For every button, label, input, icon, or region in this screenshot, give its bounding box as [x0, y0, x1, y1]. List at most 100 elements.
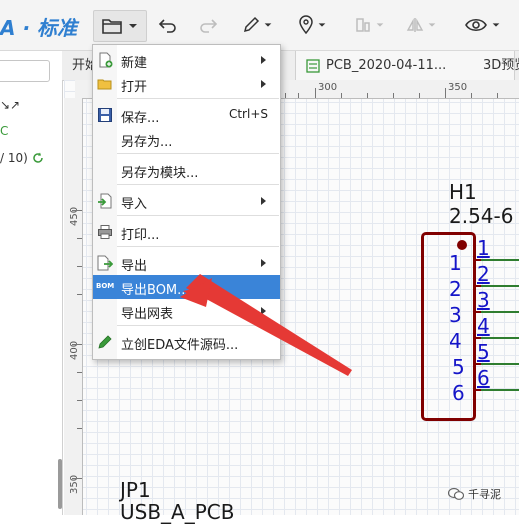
- import-icon: [98, 193, 112, 209]
- menu-item-label: 立创EDA文件源码...: [121, 338, 239, 353]
- left-panel: ↘↗ C / 10): [0, 51, 63, 515]
- watermark: 千寻泥: [448, 486, 501, 502]
- wire[interactable]: [476, 311, 519, 313]
- ruler-tick: [497, 93, 498, 98]
- chevron-down-icon: [492, 23, 499, 27]
- align-tool-button[interactable]: [350, 10, 388, 40]
- print-icon: [98, 225, 112, 239]
- menu-separator: [117, 153, 279, 154]
- left-panel-item[interactable]: C: [0, 124, 8, 138]
- menu-item-eda-source[interactable]: 立创EDA文件源码...: [93, 330, 280, 354]
- bom-icon: BOM: [96, 282, 115, 290]
- menu-item-label: 导出BOM...: [121, 283, 190, 298]
- menu-item-label: 导入: [121, 197, 148, 212]
- flip-tool-button[interactable]: [402, 10, 440, 40]
- pcb-icon: [306, 58, 320, 73]
- edition-label: A · 标准: [0, 16, 78, 40]
- tab-pcb[interactable]: PCB_2020-04-11...: [295, 51, 515, 80]
- pin-stub: [476, 259, 481, 261]
- menu-separator: [117, 184, 279, 185]
- watermark-text: 千寻泥: [468, 488, 501, 501]
- pin-stub: [476, 311, 481, 313]
- wire[interactable]: [476, 363, 519, 365]
- menu-separator: [117, 246, 279, 247]
- menu-item-import[interactable]: 导入: [93, 189, 280, 213]
- ruler-tick: [77, 238, 82, 239]
- menu-item-label: 导出网表: [121, 307, 174, 322]
- pin-name: 3: [477, 288, 490, 312]
- menu-item-save-as[interactable]: 另存为...: [93, 127, 280, 151]
- left-search-input[interactable]: [0, 60, 50, 82]
- wire[interactable]: [476, 337, 519, 339]
- redo-button[interactable]: [194, 10, 222, 40]
- menu-separator: [117, 98, 279, 99]
- menu-item-print[interactable]: 打印...: [93, 220, 280, 244]
- tab-3d-preview[interactable]: 3D预览: [483, 51, 519, 80]
- ruler-tick: [72, 344, 82, 345]
- eye-icon: [464, 18, 487, 32]
- component-value: USB_A_PCB: [120, 500, 235, 524]
- pin-name: 6: [477, 366, 490, 390]
- menu-item-new[interactable]: 新建: [93, 48, 280, 72]
- menu-item-open[interactable]: 打开: [93, 72, 280, 96]
- ruler-tick: [471, 93, 472, 98]
- pencil-icon: [98, 335, 112, 349]
- ruler-tick: [77, 400, 82, 401]
- menu-item-export-netlist[interactable]: 导出网表: [93, 299, 280, 323]
- undo-icon: [158, 19, 176, 33]
- ruler-tick: [72, 478, 82, 479]
- menu-item-label: 新建: [121, 56, 148, 71]
- refresh-icon[interactable]: [32, 152, 44, 164]
- chevron-down-icon: [318, 23, 325, 27]
- left-panel-count: / 10): [0, 151, 28, 165]
- export-icon: [97, 255, 113, 271]
- wire[interactable]: [476, 389, 519, 391]
- pin-stub: [476, 363, 481, 365]
- location-pin-icon: [298, 15, 313, 35]
- left-panel-item[interactable]: ↘↗: [0, 98, 20, 112]
- pin-number: 5: [452, 355, 465, 379]
- menu-item-label: 另存为...: [121, 135, 173, 150]
- ruler-tick: [77, 428, 82, 429]
- submenu-arrow-icon: [261, 259, 266, 267]
- menu-item-export-bom[interactable]: BOM 导出BOM...: [93, 275, 280, 299]
- ruler-label: 300: [318, 82, 338, 93]
- menu-item-export[interactable]: 导出: [93, 251, 280, 275]
- undo-button[interactable]: [154, 10, 182, 40]
- align-icon: [355, 18, 370, 32]
- folder-icon: [102, 19, 122, 34]
- file-dropdown-menu: 新建 打开 保存... Ctrl+S 另存为... 另存为模块... 导入 打印…: [92, 44, 281, 360]
- view-button[interactable]: [457, 10, 507, 40]
- place-tool-button[interactable]: [293, 10, 331, 40]
- menu-item-label: 导出: [121, 259, 148, 274]
- ruler-label: 350: [448, 82, 468, 93]
- menu-item-save[interactable]: 保存... Ctrl+S: [93, 103, 280, 127]
- menu-item-label: 打开: [121, 80, 148, 95]
- redo-icon: [200, 19, 218, 33]
- new-file-icon: [99, 52, 113, 68]
- ruler-tick: [285, 93, 286, 98]
- menu-item-label: 另存为模块...: [121, 166, 199, 181]
- ruler-tick: [72, 210, 82, 211]
- menu-item-save-as-module[interactable]: 另存为模块...: [93, 158, 280, 182]
- pin-stub: [476, 337, 481, 339]
- left-panel-scrollbar[interactable]: [58, 459, 62, 509]
- pin-name: 5: [477, 340, 490, 364]
- ruler-vertical: 450 400 350: [64, 98, 83, 515]
- wire[interactable]: [476, 259, 519, 261]
- menu-item-label: 打印...: [121, 228, 160, 243]
- draw-tool-button[interactable]: [238, 10, 276, 40]
- component-designator: JP1: [120, 478, 151, 502]
- save-icon: [98, 108, 112, 122]
- tab-pcb-label: PCB_2020-04-11...: [326, 58, 447, 73]
- ruler-tick: [77, 372, 82, 373]
- network-icon: ↘↗: [0, 98, 21, 112]
- pin-number: 6: [452, 381, 465, 405]
- file-menu-button[interactable]: [93, 10, 147, 42]
- wire[interactable]: [476, 285, 519, 287]
- left-panel-item[interactable]: / 10): [0, 151, 44, 165]
- folder-open-icon: [97, 79, 112, 90]
- menu-item-label: 保存...: [121, 111, 160, 126]
- ruler-tick: [341, 93, 342, 98]
- ruler-tick: [419, 93, 420, 98]
